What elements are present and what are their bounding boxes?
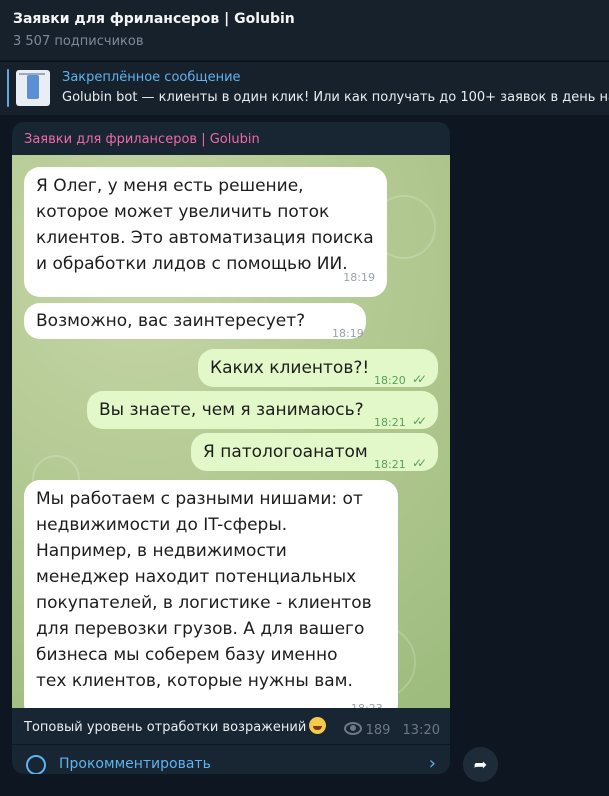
comment-label: Прокомментировать — [59, 756, 211, 772]
share-button[interactable]: ➦ — [463, 747, 498, 782]
post-screenshot-image[interactable]: Я Олег, у меня есть решение, которое мож… — [12, 155, 450, 708]
pinned-message-bar[interactable]: Закреплённое сообщение Golubin bot — кли… — [0, 61, 609, 115]
post-meta: 189 13:20 — [343, 722, 440, 738]
message-line: бизнеса мы соберем базу именно — [36, 645, 338, 665]
message-line: для перевозки грузов. А для вашего — [36, 619, 365, 639]
chat-bubble-incoming: Возможно, вас заинтересует? 18:19 — [24, 303, 366, 340]
view-count: 189 — [365, 723, 391, 738]
message-line: Каких клиентов?! — [210, 358, 370, 378]
chat-bubble-incoming: Мы работаем с разными нишами: от недвижи… — [24, 480, 398, 708]
post-author[interactable]: Заявки для фрилансеров | Golubin — [24, 132, 260, 147]
subscriber-count: 3 507 подписчиков — [13, 34, 144, 49]
message-time: 18:21 — [374, 458, 406, 471]
message-line: Я патологоанатом — [203, 442, 368, 462]
message-time: 18:19 — [343, 271, 375, 284]
post-time: 13:20 — [402, 723, 440, 738]
message-line: Например, в недвижимости — [36, 541, 287, 561]
message-time: 18:19 — [332, 327, 364, 340]
double-check-icon: ✓✓ — [412, 372, 427, 386]
share-icon: ➦ — [473, 755, 488, 774]
message-line: и обработки лидов с помощью ИИ. — [36, 254, 348, 274]
message-line: Я Олег, у меня есть решение, — [36, 176, 304, 196]
chat-bubble-outgoing: Я патологоанатом 18:21 ✓✓ — [191, 433, 438, 471]
chat-bubble-outgoing: Каких клиентов?! 18:20 ✓✓ — [198, 349, 438, 387]
pinned-label: Закреплённое сообщение — [62, 70, 241, 85]
pinned-text: Golubin bot — клиенты в один клик! Или к… — [62, 90, 609, 105]
message-line: Вы знаете, чем я занимаюсь? — [99, 400, 364, 420]
caption-text: Топовый уровень отработки возражений — [24, 720, 307, 735]
eye-icon — [343, 722, 362, 735]
pinned-thumbnail — [16, 70, 50, 106]
double-check-icon: ✓✓ — [412, 456, 427, 470]
chevron-right-icon: › — [428, 753, 436, 774]
double-check-icon: ✓✓ — [412, 414, 427, 428]
post-caption: Топовый уровень отработки возражений — [24, 717, 327, 735]
chat-bubble-outgoing: Вы знаете, чем я занимаюсь? 18:21 ✓✓ — [87, 391, 438, 429]
channel-header[interactable]: Заявки для фрилансеров | Golubin 3 507 п… — [0, 0, 609, 60]
message-time: 18:23 — [351, 696, 383, 708]
message-line: которое может увеличить поток — [36, 202, 330, 222]
message-line: Возможно, вас заинтересует? — [36, 311, 306, 331]
chat-bubble-incoming: Я Олег, у меня есть решение, которое мож… — [24, 167, 387, 297]
channel-title: Заявки для фрилансеров | Golubin — [13, 11, 295, 27]
message-line: недвижимости до IT-сферы. — [36, 515, 288, 535]
message-line: Мы работаем с разными нишами: от — [36, 489, 363, 509]
message-line: тех клиентов, которые нужны вам. — [36, 671, 353, 691]
message-line: менеджер находит потенциальных — [36, 567, 357, 587]
message-line: покупателей, в логистике - клиентов — [36, 593, 372, 613]
message-line: клиентов. Это автоматизация поиска — [36, 228, 374, 248]
pinned-indicator — [7, 69, 9, 107]
grin-emoji — [309, 717, 327, 734]
channel-post: Заявки для фрилансеров | Golubin Я Олег,… — [12, 122, 450, 774]
comment-icon — [26, 755, 46, 774]
comment-button[interactable]: Прокомментировать › — [12, 745, 450, 774]
